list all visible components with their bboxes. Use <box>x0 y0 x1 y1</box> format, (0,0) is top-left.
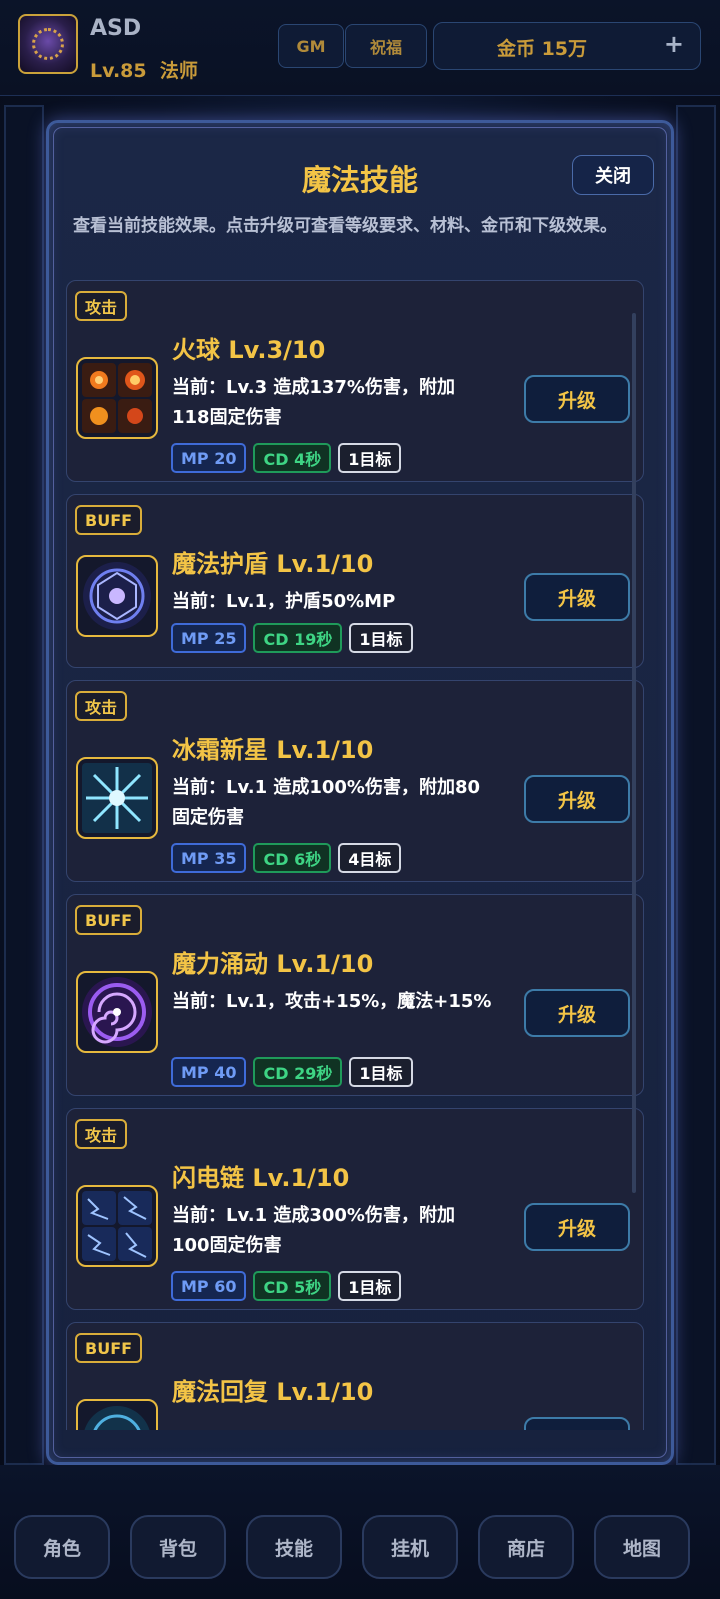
add-gold-button[interactable]: + <box>664 30 684 58</box>
nav-map[interactable]: 地图 <box>594 1515 690 1579</box>
skill-card: BUFF 魔力涌动 Lv.1/10 当前：Lv.1，攻击+15%，魔法+15% … <box>66 894 644 1096</box>
cooldown-badge: CD 5秒 <box>253 1271 332 1301</box>
skill-type-tag: BUFF <box>75 505 143 535</box>
skill-card: BUFF 魔法护盾 Lv.1/10 当前：Lv.1，护盾50%MP MP 25 … <box>66 494 644 668</box>
skill-card: 攻击 冰霜新星 Lv.1/10 当前：Lv.1 造成100%伤害，附加80固定伤… <box>66 680 644 882</box>
skill-description: 当前：Lv.3 造成137%伤害，附加118固定伤害 <box>172 377 455 428</box>
gold-display: 金币 15万 + <box>433 22 701 70</box>
skill-name: 魔法护盾 Lv.1/10 <box>172 550 374 578</box>
gm-button[interactable]: GM <box>278 24 344 68</box>
target-badge: 4目标 <box>338 843 402 873</box>
skill-card: 攻击 闪电链 Lv.1/10 当前：Lv.1 造成300%伤害，附加100固定伤… <box>66 1108 644 1310</box>
right-frame-decoration <box>676 105 716 1465</box>
skill-description: 当前：Lv.1 造成300%伤害，附加100固定伤害 <box>172 1205 455 1256</box>
player-name: ASD <box>90 16 142 41</box>
mp-cost-badge: MP 40 <box>171 1057 247 1087</box>
skill-type-tag: BUFF <box>75 1333 143 1363</box>
mp-cost-badge: MP 35 <box>171 843 247 873</box>
skill-card: BUFF 魔法回复 Lv.1/10 升级 <box>66 1322 644 1430</box>
target-badge: 1目标 <box>349 623 413 653</box>
skill-type-tag: BUFF <box>75 905 143 935</box>
skill-description: 当前：Lv.1，攻击+15%，魔法+15% <box>172 991 492 1012</box>
nav-inventory[interactable]: 背包 <box>130 1515 226 1579</box>
skill-type-tag: 攻击 <box>75 1119 128 1149</box>
list-scrollbar[interactable] <box>632 313 636 1193</box>
upgrade-button[interactable]: 升级 <box>524 775 630 823</box>
cooldown-badge: CD 29秒 <box>253 1057 343 1087</box>
target-badge: 1目标 <box>338 1271 402 1301</box>
cooldown-badge: CD 19秒 <box>253 623 343 653</box>
nav-skills[interactable]: 技能 <box>246 1515 342 1579</box>
gold-amount: 金币 15万 <box>496 38 588 60</box>
nav-character[interactable]: 角色 <box>14 1515 110 1579</box>
skill-description: 当前：Lv.1，护盾50%MP <box>172 591 396 612</box>
skill-name: 魔力涌动 Lv.1/10 <box>172 950 374 978</box>
skill-type-tag: 攻击 <box>75 291 128 321</box>
skill-description: 当前：Lv.1 造成100%伤害，附加80固定伤害 <box>172 777 481 828</box>
upgrade-button[interactable]: 升级 <box>524 1203 630 1251</box>
close-button[interactable]: 关闭 <box>572 155 654 195</box>
fireball-icon <box>76 357 158 439</box>
left-frame-decoration <box>4 105 44 1465</box>
magic-recovery-icon <box>76 1399 158 1430</box>
upgrade-button[interactable]: 升级 <box>524 1417 630 1430</box>
nav-auto-battle[interactable]: 挂机 <box>362 1515 458 1579</box>
player-class: 法师 <box>159 60 198 82</box>
mp-cost-badge: MP 25 <box>171 623 247 653</box>
player-level: Lv.85 <box>90 60 147 82</box>
chain-lightning-icon <box>76 1185 158 1267</box>
cooldown-badge: CD 4秒 <box>253 443 332 473</box>
upgrade-button[interactable]: 升级 <box>524 573 630 621</box>
top-status-bar: ASD Lv.85 法师 GM 祝福 金币 15万 + <box>0 0 720 96</box>
skill-name: 冰霜新星 Lv.1/10 <box>172 736 374 764</box>
skill-list[interactable]: 攻击 火球 Lv.3/10 当前：Lv.3 造成137%伤害，附加118固定伤害… <box>66 280 644 1430</box>
mp-cost-badge: MP 60 <box>171 1271 247 1301</box>
cooldown-badge: CD 6秒 <box>253 843 332 873</box>
upgrade-button[interactable]: 升级 <box>524 375 630 423</box>
magic-skills-dialog: 魔法技能 关闭 查看当前技能效果。点击升级可查看等级要求、材料、金币和下级效果。… <box>46 120 674 1465</box>
mp-cost-badge: MP 20 <box>171 443 247 473</box>
skill-name: 闪电链 Lv.1/10 <box>172 1164 350 1192</box>
skill-name: 火球 Lv.3/10 <box>172 336 326 364</box>
bless-button[interactable]: 祝福 <box>345 24 427 68</box>
skill-name: 魔法回复 Lv.1/10 <box>172 1378 374 1406</box>
frost-nova-icon <box>76 757 158 839</box>
nav-shop[interactable]: 商店 <box>478 1515 574 1579</box>
upgrade-button[interactable]: 升级 <box>524 989 630 1037</box>
player-level-class: Lv.85 法师 <box>90 56 198 83</box>
skill-card: 攻击 火球 Lv.3/10 当前：Lv.3 造成137%伤害，附加118固定伤害… <box>66 280 644 482</box>
dialog-description: 查看当前技能效果。点击升级可查看等级要求、材料、金币和下级效果。 <box>73 216 617 236</box>
mana-surge-icon <box>76 971 158 1053</box>
player-avatar[interactable] <box>18 14 78 74</box>
target-badge: 1目标 <box>338 443 402 473</box>
magic-shield-icon <box>76 555 158 637</box>
skill-type-tag: 攻击 <box>75 691 128 721</box>
target-badge: 1目标 <box>349 1057 413 1087</box>
